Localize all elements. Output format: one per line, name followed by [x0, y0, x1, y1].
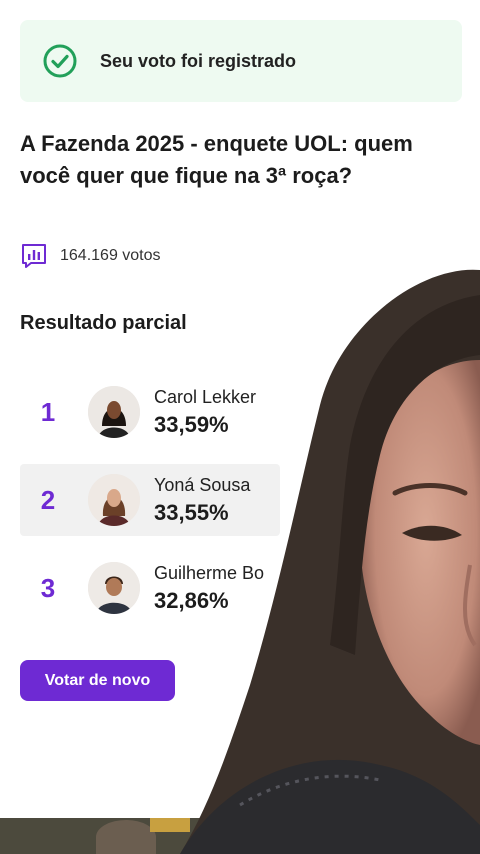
bar-chart-icon	[22, 244, 46, 268]
result-rank: 1	[40, 396, 56, 427]
results-title: Resultado parcial	[20, 312, 187, 334]
result-rank: 2	[40, 484, 56, 515]
candidate-avatar	[88, 474, 140, 526]
vote-count-text: 164.169 votos	[60, 247, 161, 264]
candidate-avatar	[88, 562, 140, 614]
confirmation-message: Seu voto foi registrado	[100, 50, 297, 71]
result-rank: 3	[40, 572, 56, 603]
vote-again-button[interactable]: Votar de novo	[20, 660, 175, 701]
vote-count: 164.169 votos	[20, 242, 161, 270]
check-circle-icon	[43, 44, 77, 78]
poll-title: A Fazenda 2025 - enquete UOL: quem você …	[20, 131, 413, 188]
webcam-overlay	[180, 265, 480, 854]
candidate-avatar	[88, 386, 140, 438]
vote-confirmation-banner: Seu voto foi registrado	[20, 20, 462, 102]
